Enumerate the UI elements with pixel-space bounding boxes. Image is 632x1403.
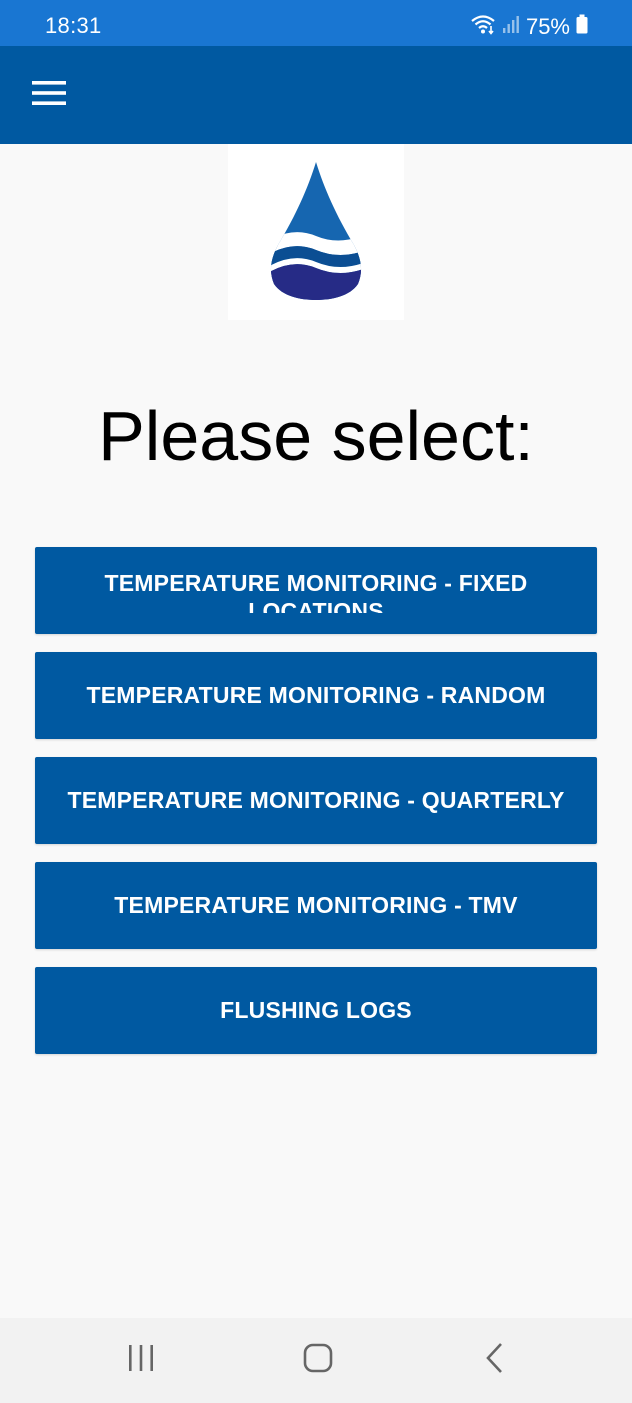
tmv-button[interactable]: TEMPERATURE MONITORING - TMV [35, 862, 597, 949]
back-button[interactable] [465, 1340, 525, 1380]
logo [228, 144, 404, 320]
status-time: 18:31 [45, 13, 102, 38]
status-bar: 18:31 75% [0, 0, 632, 46]
home-button[interactable] [288, 1340, 348, 1380]
system-nav-bar [0, 1318, 632, 1403]
menu-list: TEMPERATURE MONITORING - FIXED LOCATIONS… [35, 547, 597, 1072]
water-drop-logo [266, 160, 366, 305]
random-button[interactable]: TEMPERATURE MONITORING - RANDOM [35, 652, 597, 739]
signal-icon [502, 14, 520, 39]
status-icons: 75% [470, 13, 588, 40]
hamburger-menu-icon[interactable] [32, 80, 66, 111]
home-icon[interactable] [302, 1342, 334, 1379]
battery-percent: 75% [525, 13, 570, 39]
page-heading: Please select: [98, 397, 534, 475]
quarterly-button[interactable]: TEMPERATURE MONITORING - QUARTERLY [35, 757, 597, 844]
fixed-locations-button[interactable]: TEMPERATURE MONITORING - FIXED LOCATIONS [35, 547, 597, 634]
battery-icon [576, 14, 588, 39]
recent-apps-button[interactable] [111, 1340, 171, 1380]
menu-button[interactable] [28, 74, 70, 116]
recent-apps-icon[interactable] [126, 1344, 156, 1377]
app-bar [0, 46, 632, 144]
fixed-locations-button-label: TEMPERATURE MONITORING - FIXED LOCATIONS [104, 570, 528, 613]
wifi-icon [470, 13, 496, 40]
back-icon[interactable] [483, 1342, 507, 1379]
flushing-logs-button[interactable]: FLUSHING LOGS [35, 967, 597, 1054]
